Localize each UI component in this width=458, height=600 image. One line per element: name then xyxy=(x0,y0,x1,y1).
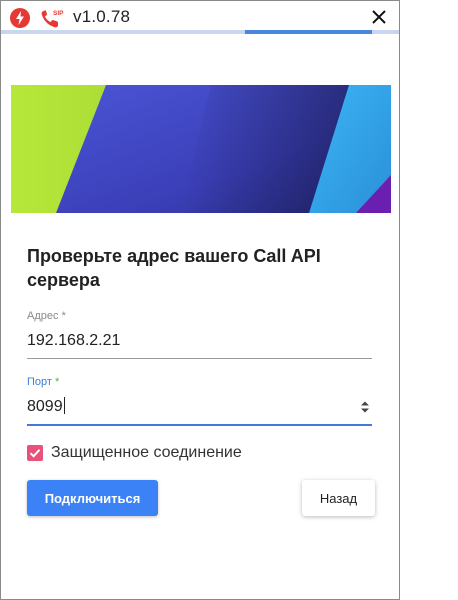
checkmark-icon xyxy=(29,449,41,458)
port-field[interactable]: Порт * 8099 xyxy=(27,376,372,426)
progress-fill xyxy=(245,30,372,34)
sip-phone-icon: SIP xyxy=(39,7,65,31)
port-stepper[interactable] xyxy=(358,399,372,415)
secure-connection-option[interactable]: Защищенное соединение xyxy=(27,443,242,463)
text-caret xyxy=(63,397,65,414)
port-label: Порт * xyxy=(27,376,60,388)
port-required-mark: * xyxy=(55,376,60,388)
address-underline xyxy=(27,358,372,359)
banner-image xyxy=(11,85,391,213)
secure-connection-checkbox[interactable] xyxy=(27,445,43,461)
address-required-mark: * xyxy=(61,310,66,322)
port-underline xyxy=(27,424,372,426)
app-version: v1.0.78 xyxy=(73,7,131,26)
address-field[interactable]: Адрес * 192.168.2.21 xyxy=(27,310,372,359)
address-label: Адрес * xyxy=(27,310,66,322)
titlebar: SIP v1.0.78 xyxy=(1,1,399,34)
app-window: SIP v1.0.78 Проверьте адрес вашего Call … xyxy=(0,0,400,600)
page-title: Проверьте адрес вашего Call API сервера xyxy=(27,246,321,290)
port-input[interactable]: 8099 xyxy=(27,396,372,418)
close-icon xyxy=(372,10,386,24)
secure-connection-label: Защищенное соединение xyxy=(51,444,242,461)
back-button[interactable]: Назад xyxy=(302,480,375,516)
port-value: 8099 xyxy=(27,398,63,415)
lightning-icon xyxy=(10,8,30,28)
connect-button[interactable]: Подключиться xyxy=(27,480,158,516)
stepper-arrows-icon xyxy=(361,401,369,413)
close-button[interactable] xyxy=(369,7,389,27)
sip-badge: SIP xyxy=(53,10,64,17)
progress-bar xyxy=(1,30,399,34)
address-input[interactable]: 192.168.2.21 xyxy=(27,330,372,352)
